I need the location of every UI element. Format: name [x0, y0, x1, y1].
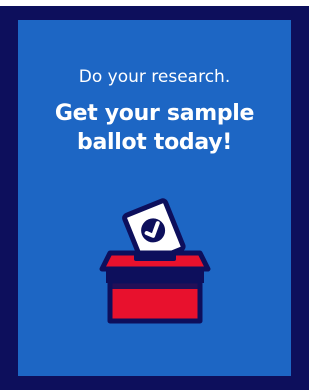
headline: Get your sample ballot today! [18, 99, 291, 157]
headline-line-2: ballot today! [77, 130, 232, 155]
intro-text: Do your research. [78, 67, 231, 87]
headline-line-1: Get your sample [54, 101, 255, 126]
sample-ballot-card[interactable]: Do your research. Get your sample ballot… [18, 20, 291, 376]
ballot-box-icon [99, 198, 211, 324]
ballot-slot [134, 253, 176, 261]
card-frame: Do your research. Get your sample ballot… [0, 6, 309, 390]
